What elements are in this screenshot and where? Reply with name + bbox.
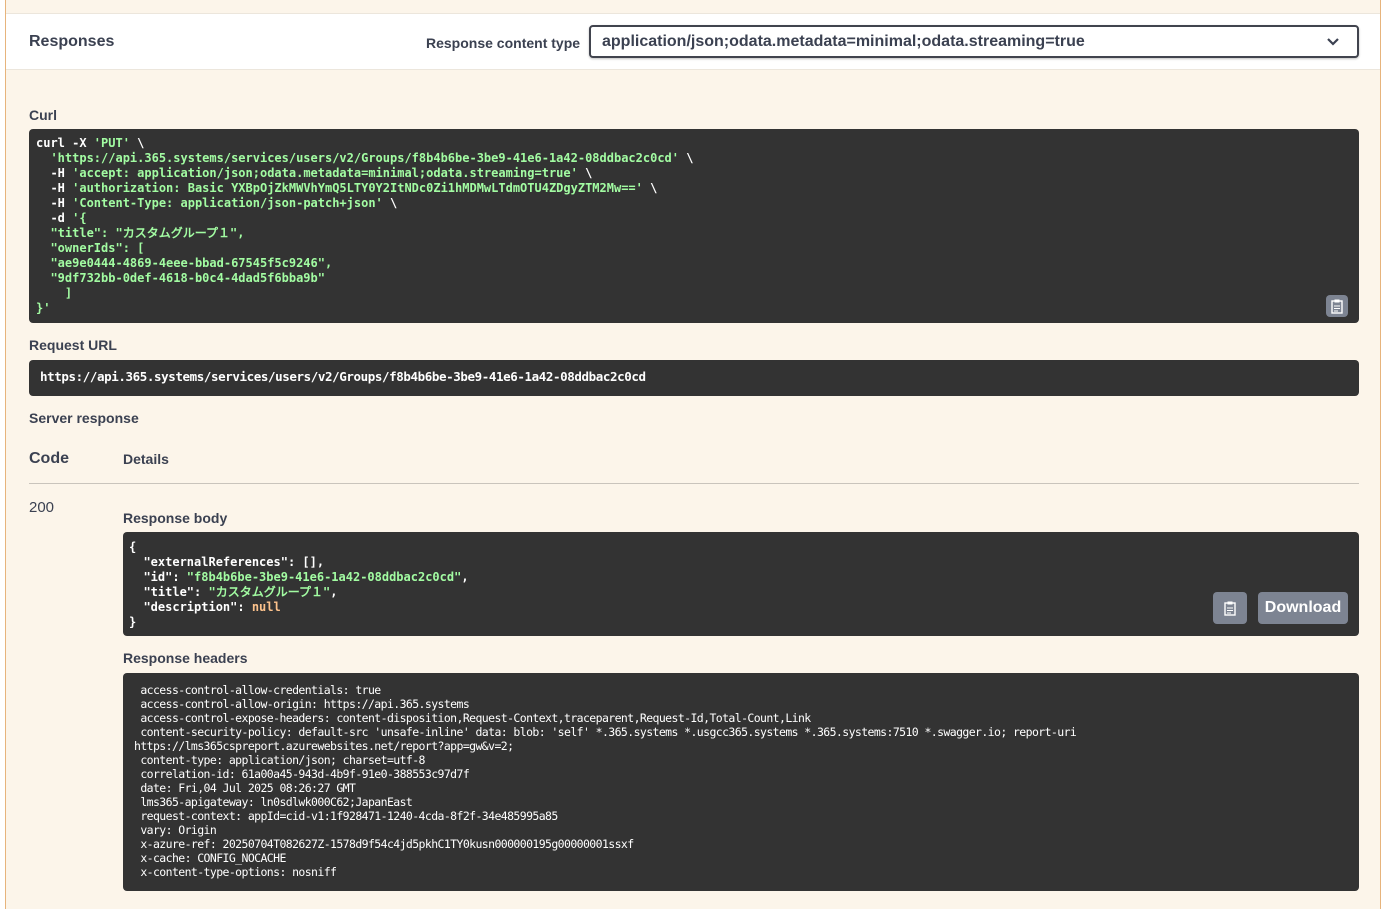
curl-label: Curl	[29, 107, 57, 123]
response-body-block: { "externalReferences": [], "id": "f8b4b…	[123, 532, 1359, 636]
server-response-label: Server response	[29, 410, 139, 426]
status-code: 200	[29, 499, 55, 516]
download-button[interactable]: Download	[1258, 592, 1348, 624]
response-headers-block: access-control-allow-credentials: true a…	[123, 673, 1359, 891]
responses-panel: Responses Response content type applicat…	[5, 0, 1381, 909]
response-content-type-select[interactable]: application/json;odata.metadata=minimal;…	[589, 25, 1359, 58]
details-column-header: Details	[123, 451, 169, 467]
response-content-type-value: application/json;odata.metadata=minimal;…	[602, 33, 1085, 50]
responses-header: Responses Response content type applicat…	[6, 13, 1380, 70]
table-header-divider	[29, 483, 1359, 484]
response-body-label: Response body	[123, 510, 228, 526]
request-url-label: Request URL	[29, 337, 117, 353]
code-column-header: Code	[29, 450, 69, 467]
response-headers-text: access-control-allow-credentials: true a…	[134, 683, 1077, 879]
response-body-json: { "externalReferences": [], "id": "f8b4b…	[129, 540, 469, 629]
response-headers-label: Response headers	[123, 650, 248, 666]
clipboard-copy-icon	[1331, 299, 1343, 314]
chevron-down-icon	[1327, 38, 1339, 46]
curl-command: curl -X 'PUT' \ 'https://api.365.systems…	[36, 136, 694, 315]
request-url-value: https://api.365.systems/services/users/v…	[40, 369, 646, 384]
copy-curl-button[interactable]	[1326, 295, 1348, 317]
clipboard-copy-icon	[1224, 601, 1236, 616]
request-url-block: https://api.365.systems/services/users/v…	[29, 360, 1359, 396]
response-content-type-label: Response content type	[426, 35, 581, 51]
responses-title: Responses	[29, 33, 115, 50]
copy-response-body-button[interactable]	[1213, 592, 1247, 624]
curl-code-block: curl -X 'PUT' \ 'https://api.365.systems…	[29, 129, 1359, 323]
